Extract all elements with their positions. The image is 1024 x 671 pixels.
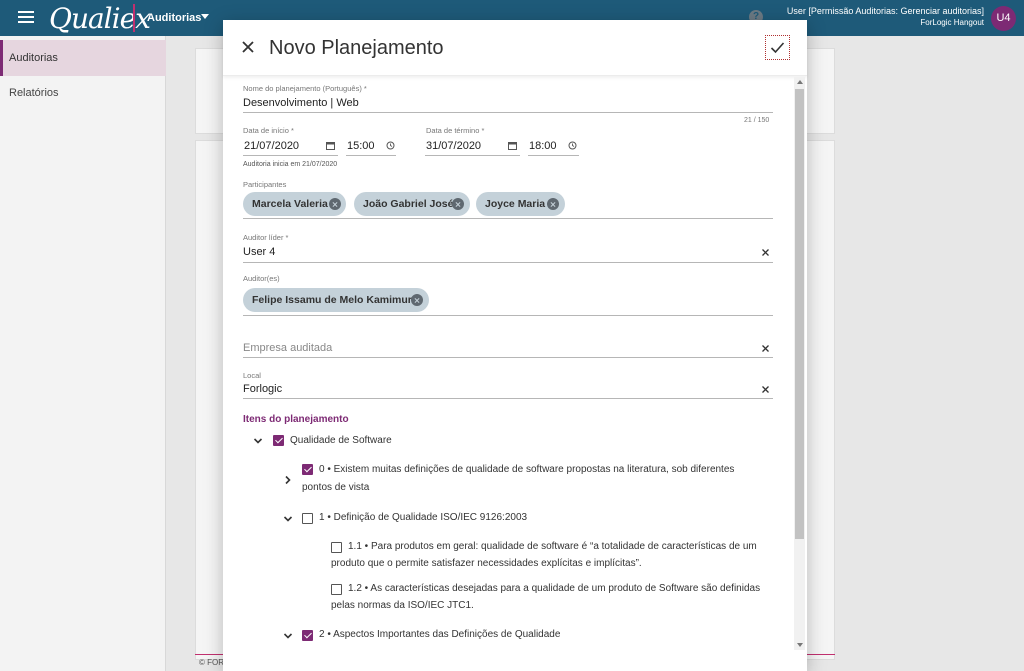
end-date-label: Data de término *	[426, 126, 485, 135]
end-date-underline	[425, 155, 520, 156]
tree-item-root[interactable]: Qualidade de Software	[290, 432, 392, 449]
location-input[interactable]: Forlogic	[243, 383, 282, 395]
name-char-counter: 21 / 150	[744, 117, 770, 124]
tree-item-1-2-line1[interactable]: 1.2 • As características desejadas para …	[348, 580, 760, 597]
close-icon[interactable]	[241, 40, 255, 54]
lead-auditor-label: Auditor líder *	[243, 233, 289, 242]
chevron-down-icon[interactable]	[283, 514, 293, 524]
start-date-hint: Auditoria inicia em 21/07/2020	[243, 161, 338, 168]
hamburger-menu-icon[interactable]	[18, 11, 34, 25]
item-checkbox[interactable]	[331, 584, 342, 595]
remove-chip-icon[interactable]	[411, 294, 423, 306]
planning-items-title: Itens do planejamento	[243, 414, 349, 425]
end-time-input[interactable]: 18:00	[529, 140, 557, 152]
location-underline	[243, 398, 773, 399]
auditors-underline	[243, 315, 773, 316]
clear-icon[interactable]	[761, 344, 770, 353]
scroll-down-icon[interactable]	[797, 643, 803, 647]
auditor-chip[interactable]: Felipe Issamu de Melo Kamimura	[243, 288, 429, 312]
participants-underline	[243, 218, 773, 219]
calendar-icon[interactable]	[326, 141, 335, 150]
chevron-down-icon[interactable]	[253, 436, 263, 446]
location-label: Local	[243, 371, 261, 380]
chevron-right-icon[interactable]	[283, 475, 293, 485]
tree-item-1-2-line2[interactable]: pelas normas da ISO/IEC JTC1.	[331, 597, 474, 614]
clock-icon[interactable]	[386, 141, 395, 150]
auditors-label: Auditor(es)	[243, 274, 280, 283]
remove-chip-icon[interactable]	[547, 198, 559, 210]
start-date-underline	[243, 155, 338, 156]
tree-item-0-line2[interactable]: pontos de vista	[302, 479, 369, 496]
new-planning-dialog: Novo Planejamento Nome do planejamento (…	[223, 20, 807, 671]
participants-label: Participantes	[243, 180, 287, 189]
start-date-input[interactable]: 21/07/2020	[244, 140, 299, 152]
tree-item-2[interactable]: 2 • Aspectos Importantes das Definições …	[319, 626, 560, 643]
sidebar: Auditorias Relatórios	[0, 36, 166, 671]
sidebar-item-relatorios[interactable]: Relatórios	[0, 75, 166, 111]
footer-text: © FOR	[199, 658, 225, 667]
name-field-label: Nome do planejamento (Português) *	[243, 84, 367, 93]
clear-icon[interactable]	[761, 385, 770, 394]
dialog-header: Novo Planejamento	[223, 20, 807, 76]
remove-chip-icon[interactable]	[329, 198, 341, 210]
tree-item-1-1-line1[interactable]: 1.1 • Para produtos em geral: qualidade …	[348, 538, 757, 555]
name-input[interactable]: Desenvolvimento | Web	[243, 97, 359, 109]
check-icon	[770, 42, 785, 54]
end-date-input[interactable]: 31/07/2020	[426, 140, 481, 152]
company-underline	[243, 357, 773, 358]
item-checkbox[interactable]	[302, 513, 313, 524]
item-checkbox[interactable]	[331, 542, 342, 553]
item-checkbox[interactable]	[302, 464, 313, 475]
company-input[interactable]: Empresa auditada	[243, 342, 332, 354]
end-time-underline	[528, 155, 579, 156]
tree-item-1[interactable]: 1 • Definição de Qualidade ISO/IEC 9126:…	[319, 509, 527, 526]
clear-icon[interactable]	[761, 248, 770, 257]
start-date-label: Data de início *	[243, 126, 294, 135]
lead-auditor-underline	[243, 262, 773, 263]
chip-label: Joyce Maria	[485, 198, 546, 210]
logo-divider	[133, 4, 135, 32]
user-name: User [Permissão Auditorias: Gerenciar au…	[786, 6, 984, 16]
item-checkbox[interactable]	[273, 435, 284, 446]
caret-down-icon[interactable]	[201, 14, 209, 19]
start-time-input[interactable]: 15:00	[347, 140, 375, 152]
name-input-underline	[243, 112, 773, 113]
clock-icon[interactable]	[568, 141, 577, 150]
participant-chip[interactable]: Marcela Valeria	[243, 192, 346, 216]
sidebar-item-auditorias[interactable]: Auditorias	[0, 40, 166, 76]
item-checkbox[interactable]	[302, 630, 313, 641]
remove-chip-icon[interactable]	[452, 198, 464, 210]
user-company: ForLogic Hangout	[920, 18, 984, 27]
dialog-title: Novo Planejamento	[269, 37, 444, 59]
scrollbar-thumb[interactable]	[795, 89, 804, 539]
scroll-up-icon[interactable]	[797, 80, 803, 84]
participant-chip[interactable]: João Gabriel José	[354, 192, 470, 216]
tree-item-1-1-line2[interactable]: produto que o permite satisfazer necessi…	[331, 555, 642, 572]
avatar[interactable]: U4	[991, 6, 1016, 31]
chevron-down-icon[interactable]	[283, 631, 293, 641]
tree-item-0-line1[interactable]: 0 • Existem muitas definições de qualida…	[319, 461, 734, 478]
module-selector[interactable]: Auditorias	[147, 12, 201, 24]
confirm-button[interactable]	[765, 35, 790, 60]
chip-label: João Gabriel José	[363, 198, 454, 210]
calendar-icon[interactable]	[508, 141, 517, 150]
start-time-underline	[346, 155, 396, 156]
dialog-body: Nome do planejamento (Português) * Desen…	[223, 77, 807, 671]
lead-auditor-input[interactable]: User 4	[243, 246, 275, 258]
scrollbar[interactable]	[794, 77, 805, 650]
chip-label: Marcela Valeria	[252, 198, 328, 210]
chip-label: Felipe Issamu de Melo Kamimura	[252, 294, 418, 306]
participant-chip[interactable]: Joyce Maria	[476, 192, 565, 216]
